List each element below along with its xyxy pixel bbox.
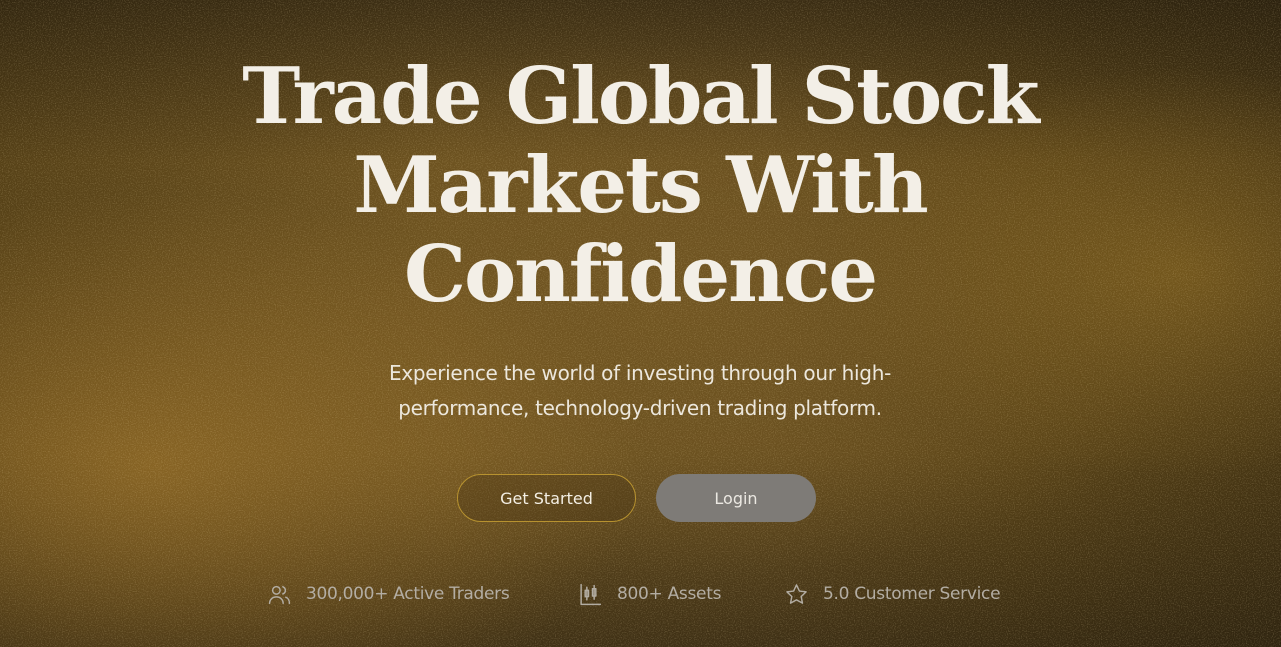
stat-active-traders: 300,000+ Active Traders: [267, 580, 510, 608]
users-icon: [267, 582, 292, 607]
chart-icon: [578, 582, 603, 607]
hero-section: Trade Global Stock Markets With Confiden…: [0, 0, 1281, 647]
hero-title-line: Markets With: [353, 140, 928, 231]
stat-customer-service: 5.0 Customer Service: [784, 580, 1001, 608]
stat-assets: 800+ Assets: [578, 580, 721, 608]
get-started-button[interactable]: Get Started: [457, 474, 636, 522]
hero-subtitle: Experience the world of investing throug…: [330, 356, 950, 426]
hero-title-line: Confidence: [404, 229, 878, 320]
hero-subtitle-line: performance, technology-driven trading p…: [398, 396, 882, 420]
stat-label: 5.0 Customer Service: [823, 584, 1001, 604]
hero-subtitle-line: Experience the world of investing throug…: [388, 361, 891, 385]
stat-label: 300,000+ Active Traders: [306, 584, 510, 604]
login-button[interactable]: Login: [656, 474, 816, 522]
star-icon: [784, 582, 809, 607]
hero-title: Trade Global Stock Markets With Confiden…: [240, 52, 1040, 319]
hero-title-line: Trade Global Stock: [242, 51, 1039, 142]
stat-label: 800+ Assets: [617, 584, 722, 604]
